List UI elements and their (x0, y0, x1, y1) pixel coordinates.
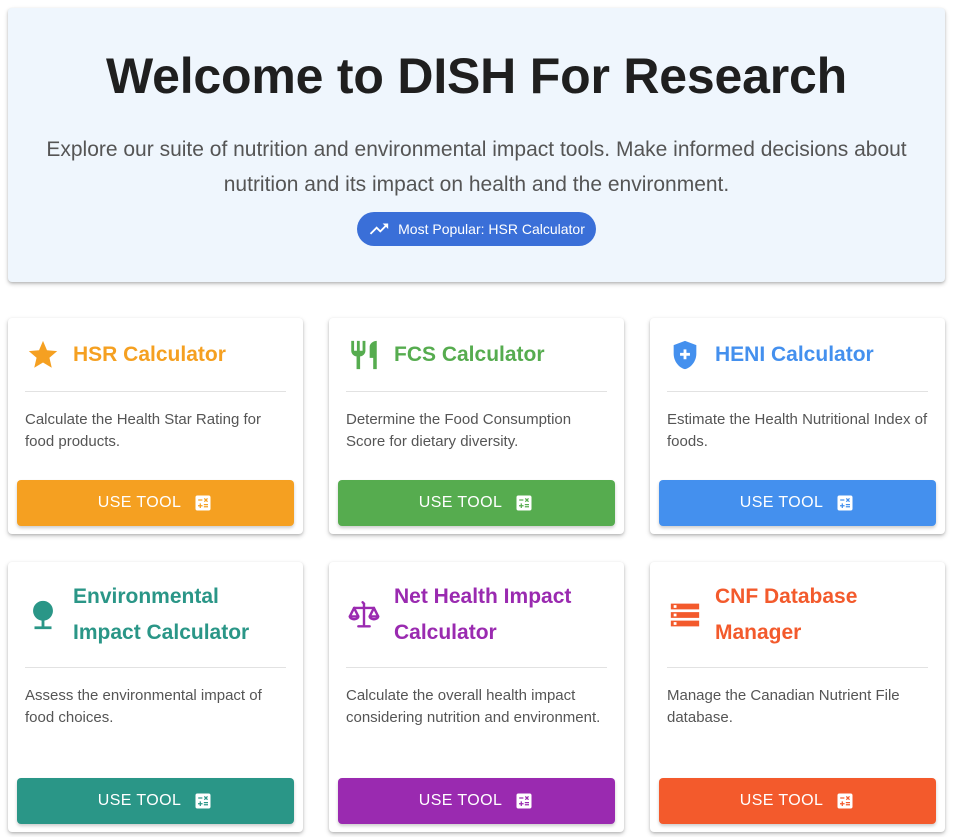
use-tool-button-environmental[interactable]: USE TOOL (17, 778, 294, 824)
tool-description: Assess the environmental impact of food … (25, 687, 262, 726)
use-tool-button-hsr[interactable]: USE TOOL (17, 480, 294, 526)
use-tool-label: USE TOOL (97, 494, 182, 511)
divider (346, 391, 607, 392)
divider (667, 391, 928, 392)
tool-card-header: CNF Database Manager (667, 562, 928, 668)
most-popular-badge[interactable]: Most Popular: HSR Calculator (357, 212, 596, 246)
star-icon (25, 337, 61, 373)
calculate-icon (516, 495, 532, 511)
use-tool-label: USE TOOL (739, 792, 824, 809)
calculate-icon (516, 793, 532, 809)
tool-card-heni: HENI Calculator Estimate the Health Nutr… (650, 318, 945, 534)
tool-card-header: HSR Calculator (25, 318, 286, 392)
tool-card-environmental: Environmental Impact Calculator Assess t… (8, 562, 303, 832)
tool-card-cnf: CNF Database Manager Manage the Canadian… (650, 562, 945, 832)
trending-up-icon (369, 223, 389, 235)
use-tool-label: USE TOOL (418, 494, 503, 511)
balance-scale-icon (346, 597, 382, 633)
tool-card-fcs: FCS Calculator Determine the Food Consum… (329, 318, 624, 534)
tool-title: Environmental Impact Calculator (73, 585, 250, 644)
use-tool-label: USE TOOL (418, 792, 503, 809)
tool-title: HENI Calculator (715, 343, 874, 366)
use-tool-label: USE TOOL (739, 494, 824, 511)
use-tool-button-heni[interactable]: USE TOOL (659, 480, 936, 526)
tool-title: FCS Calculator (394, 343, 545, 366)
hero-subtitle: Explore our suite of nutrition and envir… (46, 138, 907, 196)
tool-card-header: FCS Calculator (346, 318, 607, 392)
page-title: Welcome to DISH For Research (106, 48, 847, 104)
tree-icon (25, 597, 61, 633)
tool-description: Determine the Food Consumption Score for… (346, 411, 572, 450)
calculate-icon (195, 793, 211, 809)
tool-description: Calculate the Health Star Rating for foo… (25, 411, 261, 450)
tool-title: Net Health Impact Calculator (394, 585, 572, 644)
use-tool-button-cnf[interactable]: USE TOOL (659, 778, 936, 824)
calculate-icon (837, 495, 853, 511)
tool-card-header: HENI Calculator (667, 318, 928, 392)
most-popular-badge-label: Most Popular: HSR Calculator (398, 221, 585, 237)
use-tool-button-fcs[interactable]: USE TOOL (338, 480, 615, 526)
tool-card-header: Net Health Impact Calculator (346, 562, 607, 668)
use-tool-label: USE TOOL (97, 792, 182, 809)
divider (346, 667, 607, 668)
tool-card-hsr: HSR Calculator Calculate the Health Star… (8, 318, 303, 534)
tool-title: HSR Calculator (73, 343, 226, 366)
tool-card-header: Environmental Impact Calculator (25, 562, 286, 668)
tool-description: Estimate the Health Nutritional Index of… (667, 411, 928, 450)
tool-card-net-health: Net Health Impact Calculator Calculate t… (329, 562, 624, 832)
tool-title: CNF Database Manager (715, 585, 858, 644)
divider (667, 667, 928, 668)
restaurant-icon (346, 337, 382, 373)
divider (25, 667, 286, 668)
tool-description: Calculate the overall health impact cons… (346, 687, 601, 726)
use-tool-button-net-health[interactable]: USE TOOL (338, 778, 615, 824)
tool-description: Manage the Canadian Nutrient File databa… (667, 687, 900, 726)
divider (25, 391, 286, 392)
calculate-icon (837, 793, 853, 809)
health-shield-icon (667, 337, 703, 373)
hero-banner: Welcome to DISH For Research Explore our… (8, 8, 945, 282)
storage-icon (667, 597, 703, 633)
calculate-icon (195, 495, 211, 511)
